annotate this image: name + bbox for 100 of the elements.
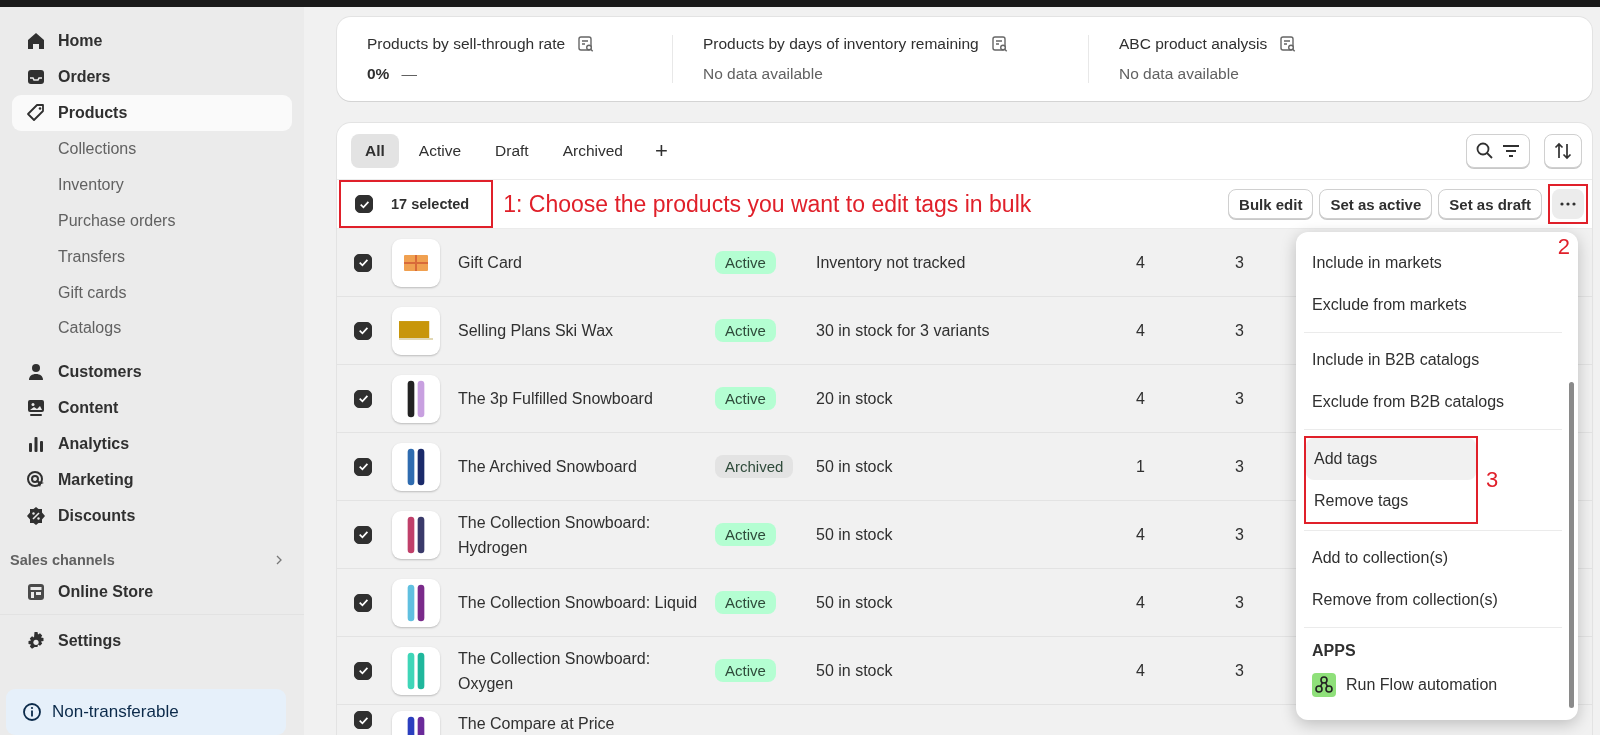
- bulk-action-button[interactable]: Set as draft: [1438, 189, 1542, 219]
- table-cell-text: 4: [1136, 253, 1146, 272]
- inventory-cell-text: 50 in stock: [816, 593, 894, 612]
- sort-icon: [1553, 141, 1573, 161]
- row-checkbox[interactable]: [354, 711, 372, 729]
- menu-item[interactable]: Remove tags: [1306, 480, 1476, 522]
- table-cell-text: 3: [1235, 661, 1245, 680]
- settings-item[interactable]: Settings: [12, 623, 292, 659]
- sort-button[interactable]: [1544, 134, 1582, 168]
- status-badge: Active: [715, 659, 776, 682]
- filter-tab[interactable]: All: [351, 134, 399, 168]
- inventory-cell-text: 50 in stock: [816, 661, 894, 680]
- product-name[interactable]: The Collection Snowboard: Hydrogen: [458, 509, 698, 560]
- product-name[interactable]: Selling Plans Ski Wax: [458, 318, 698, 343]
- filter-tab[interactable]: Active: [404, 134, 476, 168]
- product-name[interactable]: Gift Card: [458, 250, 698, 275]
- table-cell-text: 3: [1235, 389, 1245, 408]
- inventory-cell-text: Inventory not tracked: [816, 253, 967, 272]
- settings-icon: [26, 631, 46, 651]
- add-view-button[interactable]: +: [642, 136, 680, 166]
- scrollbar[interactable]: [1569, 382, 1574, 708]
- sidebar-subitem[interactable]: Inventory: [12, 166, 124, 203]
- annotation-text: 1: Choose the products you want to edit tags in bulk: [503, 190, 1032, 218]
- filter-tab[interactable]: Archived: [548, 134, 637, 168]
- table-cell-text: 1: [1136, 457, 1146, 476]
- status-badge: Active: [715, 251, 776, 274]
- row-checkbox[interactable]: [354, 525, 372, 544]
- sidebar-item[interactable]: Online Store: [12, 574, 292, 610]
- bulk-action-button[interactable]: Bulk edit: [1228, 189, 1314, 219]
- table-cell-text: 3: [1235, 593, 1245, 612]
- row-checkbox[interactable]: [354, 389, 372, 408]
- product-name[interactable]: The Compare at Price: [458, 711, 698, 735]
- sidebar-item[interactable]: Analytics: [12, 426, 292, 463]
- sidebar-subitem[interactable]: Purchase orders: [12, 202, 176, 239]
- menu-section-heading: APPS: [1311, 641, 1357, 661]
- report-search-icon[interactable]: [577, 35, 596, 53]
- row-checkbox[interactable]: [354, 593, 372, 612]
- sidebar-item[interactable]: Marketing: [12, 462, 292, 499]
- gift-card-icon: [404, 254, 428, 271]
- info-banner[interactable]: Non-transferable: [6, 689, 286, 735]
- table-cell-text: 4: [1136, 661, 1146, 680]
- row-checkbox[interactable]: [354, 253, 372, 272]
- product-name[interactable]: The Collection Snowboard: Oxygen: [458, 645, 698, 696]
- sidebar-item[interactable]: Home: [12, 23, 292, 59]
- inventory-cell-text: 20 in stock: [816, 389, 894, 408]
- home-icon: [26, 30, 46, 51]
- more-icon: [1560, 202, 1576, 206]
- metric-title[interactable]: ABC product analysis: [1119, 35, 1268, 53]
- menu-item[interactable]: Exclude from markets: [1304, 284, 1562, 326]
- metric-title[interactable]: Products by sell-through rate: [367, 35, 566, 53]
- annotation-number: 2: [1557, 234, 1570, 260]
- section-heading: Sales channels: [10, 552, 115, 569]
- sidebar-item[interactable]: Content: [12, 390, 292, 427]
- sidebar-item[interactable]: Discounts: [12, 498, 292, 535]
- menu-item[interactable]: Remove from collection(s): [1304, 579, 1562, 621]
- menu-item[interactable]: Add tags: [1306, 438, 1476, 480]
- sidebar-item[interactable]: Orders: [12, 58, 292, 95]
- table-cell-text: 4: [1136, 593, 1146, 612]
- sidebar-subitem[interactable]: Catalogs: [12, 310, 122, 347]
- person-icon: [26, 362, 46, 383]
- sidebar-item[interactable]: Products: [12, 94, 292, 131]
- status-badge: Active: [715, 319, 776, 342]
- row-checkbox[interactable]: [354, 661, 372, 680]
- filter-tab[interactable]: Draft: [481, 134, 543, 168]
- product-name[interactable]: The Archived Snowboard: [458, 454, 698, 479]
- image-icon: [26, 398, 46, 419]
- metric-trend: —: [401, 65, 417, 83]
- table-cell-text: 4: [1136, 321, 1146, 340]
- snowboard-icon: [406, 447, 426, 486]
- metric-value: No data available: [703, 65, 823, 83]
- snowboard-icon: [406, 515, 426, 554]
- table-cell-text: 3: [1235, 321, 1245, 340]
- inventory-cell-text: 50 in stock: [816, 457, 894, 476]
- table-cell-text: 4: [1136, 389, 1146, 408]
- menu-item[interactable]: Exclude from B2B catalogs: [1304, 381, 1562, 423]
- bulk-action-button[interactable]: Set as active: [1319, 189, 1433, 219]
- tag-icon: [26, 102, 46, 123]
- annotation-number: 3: [1486, 467, 1499, 493]
- report-search-icon[interactable]: [1279, 35, 1298, 53]
- chevron-right-icon[interactable]: [274, 555, 284, 566]
- table-cell-text: 3: [1235, 253, 1245, 272]
- sidebar-subitem[interactable]: Transfers: [12, 238, 125, 275]
- metric-title[interactable]: Products by days of inventory remaining: [703, 35, 979, 53]
- select-all-checkbox[interactable]: [355, 195, 373, 213]
- report-search-icon[interactable]: [990, 35, 1009, 53]
- row-checkbox[interactable]: [354, 457, 372, 476]
- snowboard-icon: [406, 379, 426, 418]
- discount-icon: [26, 506, 46, 527]
- search-filter-button[interactable]: [1466, 134, 1530, 168]
- sidebar-item[interactable]: Customers: [12, 354, 292, 391]
- sidebar-subitem[interactable]: Gift cards: [12, 274, 127, 311]
- menu-item[interactable]: Add to collection(s): [1304, 537, 1562, 579]
- search-icon: [1475, 141, 1495, 161]
- sidebar-subitem[interactable]: Collections: [12, 130, 137, 167]
- menu-item[interactable]: Run Flow automation: [1304, 664, 1562, 706]
- menu-item[interactable]: Include in B2B catalogs: [1304, 339, 1562, 381]
- product-name[interactable]: The Collection Snowboard: Liquid: [458, 590, 698, 615]
- product-name[interactable]: The 3p Fulfilled Snowboard: [458, 386, 698, 411]
- row-checkbox[interactable]: [354, 321, 372, 340]
- table-cell-text: 3: [1235, 525, 1245, 544]
